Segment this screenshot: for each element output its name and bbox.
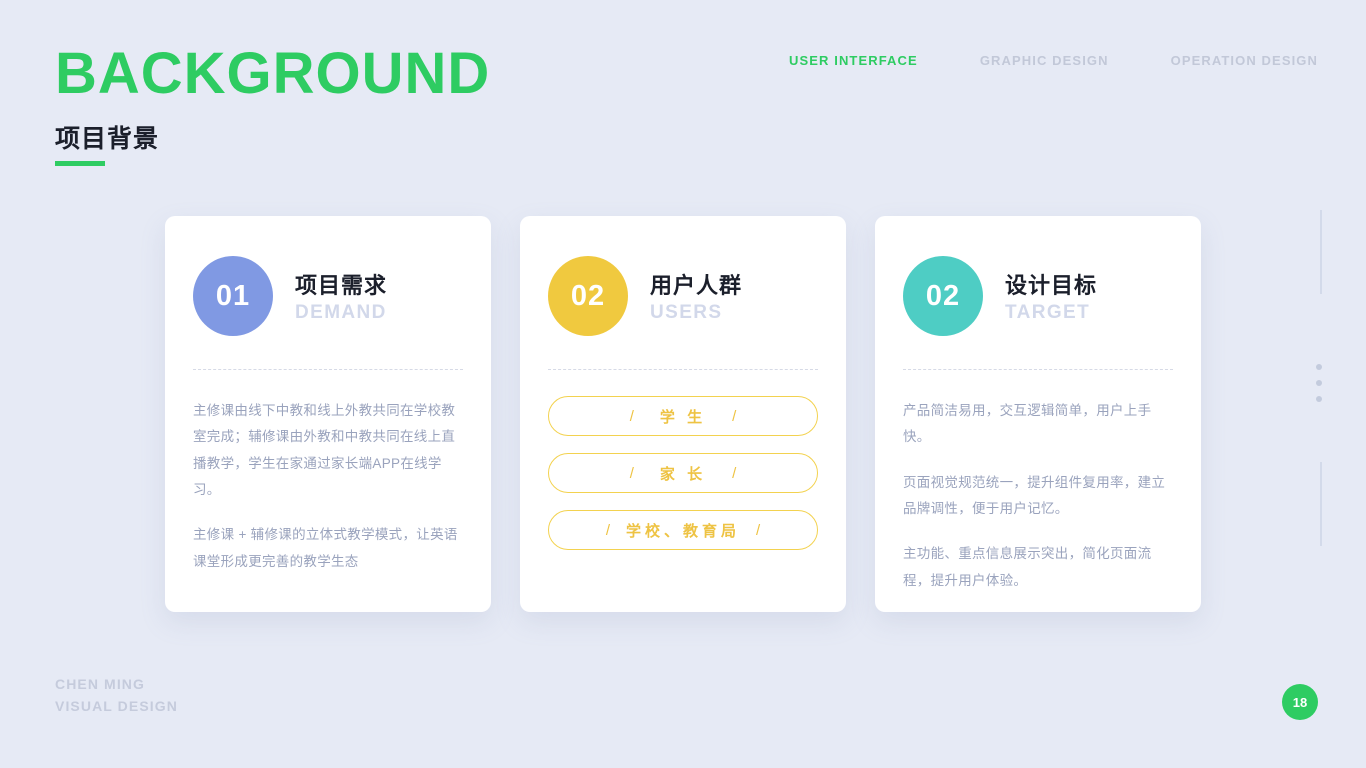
- footer-line-2: VISUAL DESIGN: [55, 697, 178, 714]
- pill-parents[interactable]: / 家 长 /: [548, 453, 818, 493]
- edge-decoration-line-bottom: [1320, 462, 1322, 546]
- pill-label: 学校、教育局: [625, 522, 740, 540]
- slide-root: BACKGROUND 项目背景 USER INTERFACE GRAPHIC D…: [0, 0, 1366, 768]
- title-underline-rule: [55, 161, 105, 166]
- card-paragraph: 主修课 + 辅修课的立体式教学模式，让英语课堂形成更完善的教学生态: [193, 527, 458, 569]
- card-users[interactable]: 02 用户人群 USERS / 学 生 / / 家 长 / / 学校、教育局 /: [520, 216, 846, 612]
- card-heading-text: 用户人群 USERS: [650, 268, 742, 324]
- card-title-en: TARGET: [1005, 302, 1091, 323]
- card-title-en: USERS: [650, 302, 723, 323]
- dot-icon: [1316, 396, 1322, 402]
- slash-right: /: [756, 521, 761, 539]
- pill-label: 学 生: [659, 408, 707, 426]
- pill-students[interactable]: / 学 生 /: [548, 396, 818, 436]
- pill-schools-education-bureau[interactable]: / 学校、教育局 /: [548, 510, 818, 550]
- nav-item-graphic-design[interactable]: GRAPHIC DESIGN: [980, 53, 1109, 68]
- slash-right: /: [732, 464, 737, 482]
- edge-decoration-line-top: [1320, 210, 1322, 294]
- card-title-cn: 项目需求: [295, 273, 388, 298]
- card-divider: [193, 369, 463, 370]
- card-number-badge: 01: [193, 256, 273, 336]
- card-number-badge: 02: [903, 256, 983, 336]
- card-paragraph: 主功能、重点信息展示突出，简化页面流程，提升用户体验。: [903, 546, 1152, 588]
- card-header: 01 项目需求 DEMAND: [193, 256, 463, 336]
- card-title-cn: 设计目标: [1005, 273, 1098, 298]
- card-divider: [548, 369, 818, 370]
- nav-item-user-interface[interactable]: USER INTERFACE: [789, 53, 918, 68]
- slash-right: /: [732, 407, 737, 425]
- card-body: 主修课由线下中教和线上外教共同在学校教室完成；辅修课由外教和中教共同在线上直播教…: [193, 398, 463, 575]
- card-divider: [903, 369, 1173, 370]
- card-heading-text: 设计目标 TARGET: [1005, 268, 1097, 324]
- footer-credit: CHEN MING VISUAL DESIGN: [55, 674, 178, 717]
- card-paragraph: 主修课由线下中教和线上外教共同在学校教室完成；辅修课由外教和中教共同在线上直播教…: [193, 403, 456, 497]
- page-title: BACKGROUND: [55, 41, 491, 106]
- card-header: 02 用户人群 USERS: [548, 256, 818, 336]
- page-number-badge: 18: [1282, 684, 1318, 720]
- page-subtitle: 项目背景: [55, 125, 160, 153]
- card-title-en: DEMAND: [295, 302, 387, 323]
- top-navigation: USER INTERFACE GRAPHIC DESIGN OPERATION …: [789, 53, 1318, 68]
- dot-icon: [1316, 380, 1322, 386]
- card-header: 02 设计目标 TARGET: [903, 256, 1173, 336]
- card-heading-text: 项目需求 DEMAND: [295, 268, 387, 324]
- card-paragraph: 产品简洁易用，交互逻辑简单，用户上手快。: [903, 403, 1152, 445]
- card-target[interactable]: 02 设计目标 TARGET 产品简洁易用，交互逻辑简单，用户上手快。 页面视觉…: [875, 216, 1201, 612]
- card-number-badge: 02: [548, 256, 628, 336]
- nav-item-operation-design[interactable]: OPERATION DESIGN: [1171, 53, 1318, 68]
- card-paragraph: 页面视觉规范统一，提升组件复用率，建立品牌调性，便于用户记忆。: [903, 474, 1166, 516]
- card-body: 产品简洁易用，交互逻辑简单，用户上手快。 页面视觉规范统一，提升组件复用率，建立…: [903, 398, 1173, 594]
- edge-decoration-dots: [1316, 364, 1322, 402]
- card-title-cn: 用户人群: [650, 273, 743, 298]
- pill-label: 家 长: [659, 465, 707, 483]
- footer-line-1: CHEN MING: [55, 676, 146, 692]
- user-group-pill-list: / 学 生 / / 家 长 / / 学校、教育局 /: [548, 396, 818, 550]
- card-demand[interactable]: 01 项目需求 DEMAND 主修课由线下中教和线上外教共同在学校教室完成；辅修…: [165, 216, 491, 612]
- dot-icon: [1316, 364, 1322, 370]
- card-group: 01 项目需求 DEMAND 主修课由线下中教和线上外教共同在学校教室完成；辅修…: [165, 216, 1201, 612]
